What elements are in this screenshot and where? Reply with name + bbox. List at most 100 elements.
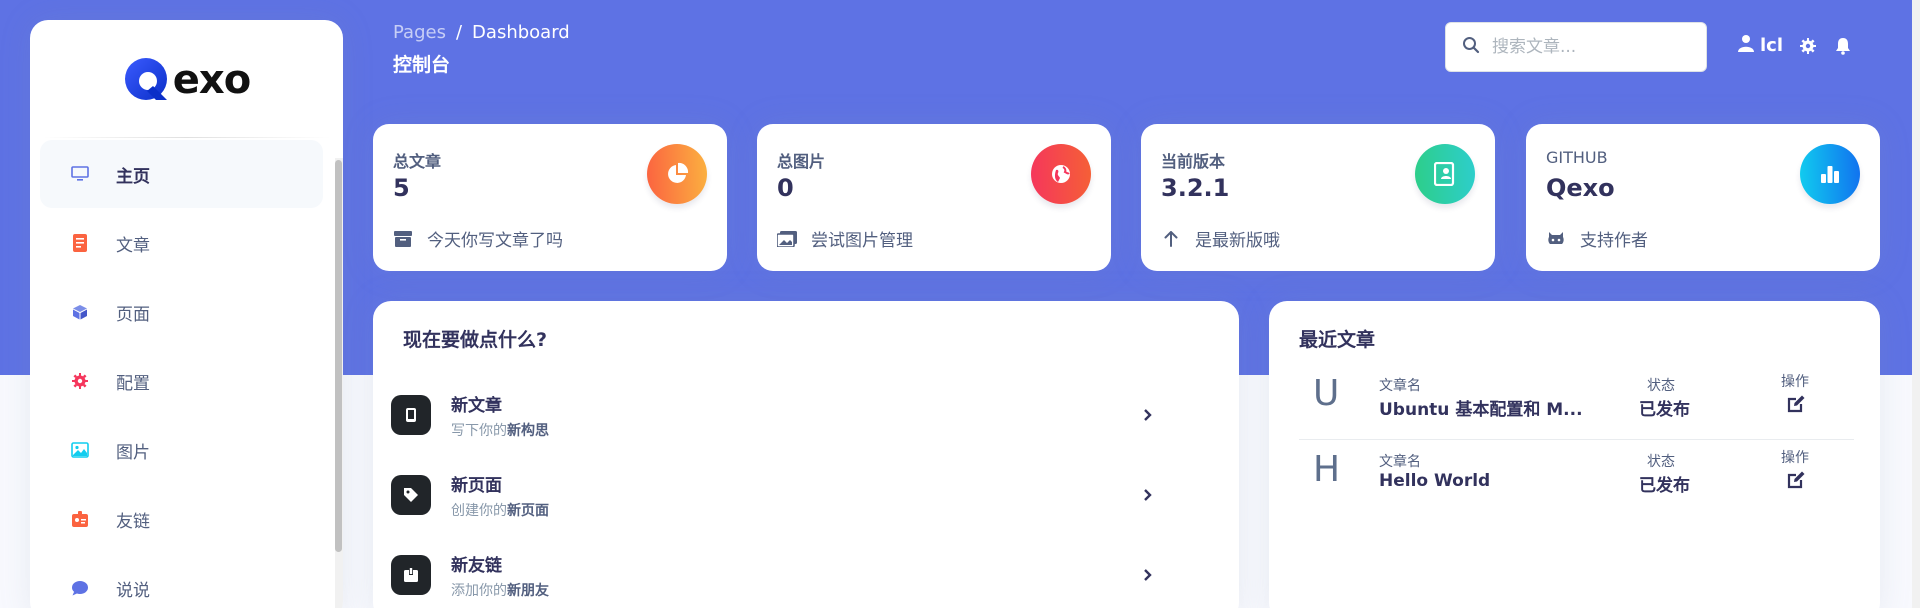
- document-icon: [70, 233, 90, 253]
- arrow-up-icon: [1161, 229, 1181, 249]
- sidebar-item-talks[interactable]: 说说: [40, 554, 323, 608]
- col-label-status: 状态: [1647, 454, 1675, 470]
- recent-posts-card: 最近文章 U 文章名 Ubuntu 基本配置和 M... 状态 已发布 操作 H…: [1269, 301, 1880, 608]
- gear-icon[interactable]: [1797, 35, 1819, 57]
- qexo-logo-icon: [123, 56, 171, 104]
- search-input[interactable]: [1492, 37, 1692, 57]
- stat-title: 当前版本: [1161, 152, 1226, 171]
- col-label-name: 文章名: [1379, 378, 1421, 394]
- sidebar-item-settings[interactable]: 配置: [40, 347, 323, 415]
- box-icon: [391, 555, 431, 595]
- user-icon: [1738, 34, 1754, 57]
- stat-footer-text: 是最新版哦: [1195, 231, 1280, 251]
- brand-text: exo: [172, 57, 251, 103]
- github-icon: [1546, 229, 1566, 249]
- sidebar-item-label: 主页: [116, 166, 150, 187]
- action-subtitle: 添加你的新朋友: [451, 582, 549, 599]
- cube-icon: [70, 302, 90, 322]
- sidebar-nav: 主页 文章 页面 配置 图片 友链 说说: [40, 140, 323, 608]
- sidebar-item-label: 文章: [116, 235, 150, 256]
- action-subtitle: 写下你的新构思: [451, 422, 549, 439]
- stat-title: 总文章: [393, 152, 442, 171]
- action-title: 新页面: [451, 475, 502, 496]
- col-label-status: 状态: [1647, 378, 1675, 394]
- chevron-right-icon: [1141, 567, 1155, 583]
- new-post-action[interactable]: 新文章 写下你的新构思: [391, 385, 1201, 445]
- table-row: H 文章名 Hello World 状态 已发布 操作: [1299, 441, 1854, 517]
- sidebar-item-label: 说说: [116, 580, 150, 601]
- tag-icon: [391, 475, 431, 515]
- action-title: 新友链: [451, 555, 502, 576]
- mobile-icon: [391, 395, 431, 435]
- edit-icon[interactable]: [1785, 469, 1807, 491]
- search-icon: [1462, 36, 1480, 58]
- card-title: 现在要做点什么?: [403, 329, 548, 351]
- stat-value: 0: [777, 174, 794, 202]
- post-initial: U: [1313, 373, 1340, 414]
- sidebar-scrollbar-thumb[interactable]: [335, 160, 342, 552]
- sidebar-item-friends[interactable]: 友链: [40, 485, 323, 553]
- stat-card-github[interactable]: GITHUB Qexo 支持作者: [1526, 124, 1880, 271]
- stat-footer[interactable]: 支持作者: [1546, 226, 1648, 251]
- badge-icon: [70, 509, 90, 529]
- stat-footer-text: 支持作者: [1580, 231, 1648, 251]
- status-value: 已发布: [1639, 476, 1690, 496]
- new-friend-action[interactable]: 新友链 添加你的新朋友: [391, 545, 1201, 605]
- stat-card-images: 总图片 0 尝试图片管理: [757, 124, 1111, 271]
- stat-title: 总图片: [777, 152, 826, 171]
- row-divider: [1299, 439, 1854, 440]
- bell-icon[interactable]: [1832, 35, 1854, 57]
- search-box[interactable]: [1445, 22, 1707, 72]
- monitor-icon: [70, 164, 90, 184]
- user-menu[interactable]: lcl: [1738, 34, 1783, 57]
- card-title: 最近文章: [1299, 329, 1376, 351]
- sidebar-item-label: 友链: [116, 511, 150, 532]
- post-title[interactable]: Hello World: [1379, 471, 1594, 491]
- id-card-icon: [1415, 144, 1475, 204]
- archive-icon: [393, 229, 413, 249]
- sidebar-item-label: 页面: [116, 304, 150, 325]
- images-icon: [777, 229, 797, 249]
- sidebar-item-label: 图片: [116, 442, 150, 463]
- username: lcl: [1760, 35, 1784, 56]
- status-value: 已发布: [1639, 400, 1690, 420]
- new-page-action[interactable]: 新页面 创建你的新页面: [391, 465, 1201, 525]
- stat-footer: 今天你写文章了吗: [393, 226, 563, 251]
- col-label-action: 操作: [1781, 450, 1809, 466]
- sidebar-item-images[interactable]: 图片: [40, 416, 323, 484]
- stat-footer-text: 尝试图片管理: [811, 231, 913, 251]
- quick-actions-card: 现在要做点什么? 新文章 写下你的新构思 新页面 创建你的新页面 新友链 添加你…: [373, 301, 1239, 608]
- post-title[interactable]: Ubuntu 基本配置和 M...: [1379, 395, 1594, 420]
- page-scrollbar[interactable]: [1912, 0, 1920, 608]
- post-initial: H: [1313, 449, 1341, 490]
- stat-footer: 是最新版哦: [1161, 226, 1280, 251]
- sidebar-item-posts[interactable]: 文章: [40, 209, 323, 277]
- stat-footer: 尝试图片管理: [777, 226, 913, 251]
- breadcrumb-separator: /: [455, 22, 463, 43]
- stat-title: GITHUB: [1546, 148, 1608, 167]
- edit-icon[interactable]: [1785, 393, 1807, 415]
- stat-card-posts: 总文章 5 今天你写文章了吗: [373, 124, 727, 271]
- stat-value: 3.2.1: [1161, 174, 1230, 202]
- chevron-right-icon: [1141, 407, 1155, 423]
- globe-icon: [1031, 144, 1091, 204]
- breadcrumb-current: Dashboard: [472, 22, 570, 43]
- sidebar-item-home[interactable]: 主页: [40, 140, 323, 208]
- col-label-name: 文章名: [1379, 454, 1421, 470]
- brand-logo[interactable]: exo: [30, 50, 343, 110]
- page-title: 控制台: [393, 54, 451, 76]
- stat-value: Qexo: [1546, 174, 1615, 202]
- table-row: U 文章名 Ubuntu 基本配置和 M... 状态 已发布 操作: [1299, 365, 1854, 441]
- stat-footer-text: 今天你写文章了吗: [427, 231, 563, 251]
- breadcrumb: Pages / Dashboard: [393, 22, 570, 43]
- breadcrumb-pages-link[interactable]: Pages: [393, 22, 446, 43]
- sidebar: exo 主页 文章 页面 配置 图片 友链 说说: [30, 20, 343, 608]
- stat-value: 5: [393, 174, 410, 202]
- sidebar-item-pages[interactable]: 页面: [40, 278, 323, 346]
- sidebar-item-label: 配置: [116, 373, 150, 394]
- col-label-action: 操作: [1781, 374, 1809, 390]
- bar-chart-icon: [1800, 144, 1860, 204]
- action-title: 新文章: [451, 395, 502, 416]
- chevron-right-icon: [1141, 487, 1155, 503]
- action-subtitle: 创建你的新页面: [451, 502, 549, 519]
